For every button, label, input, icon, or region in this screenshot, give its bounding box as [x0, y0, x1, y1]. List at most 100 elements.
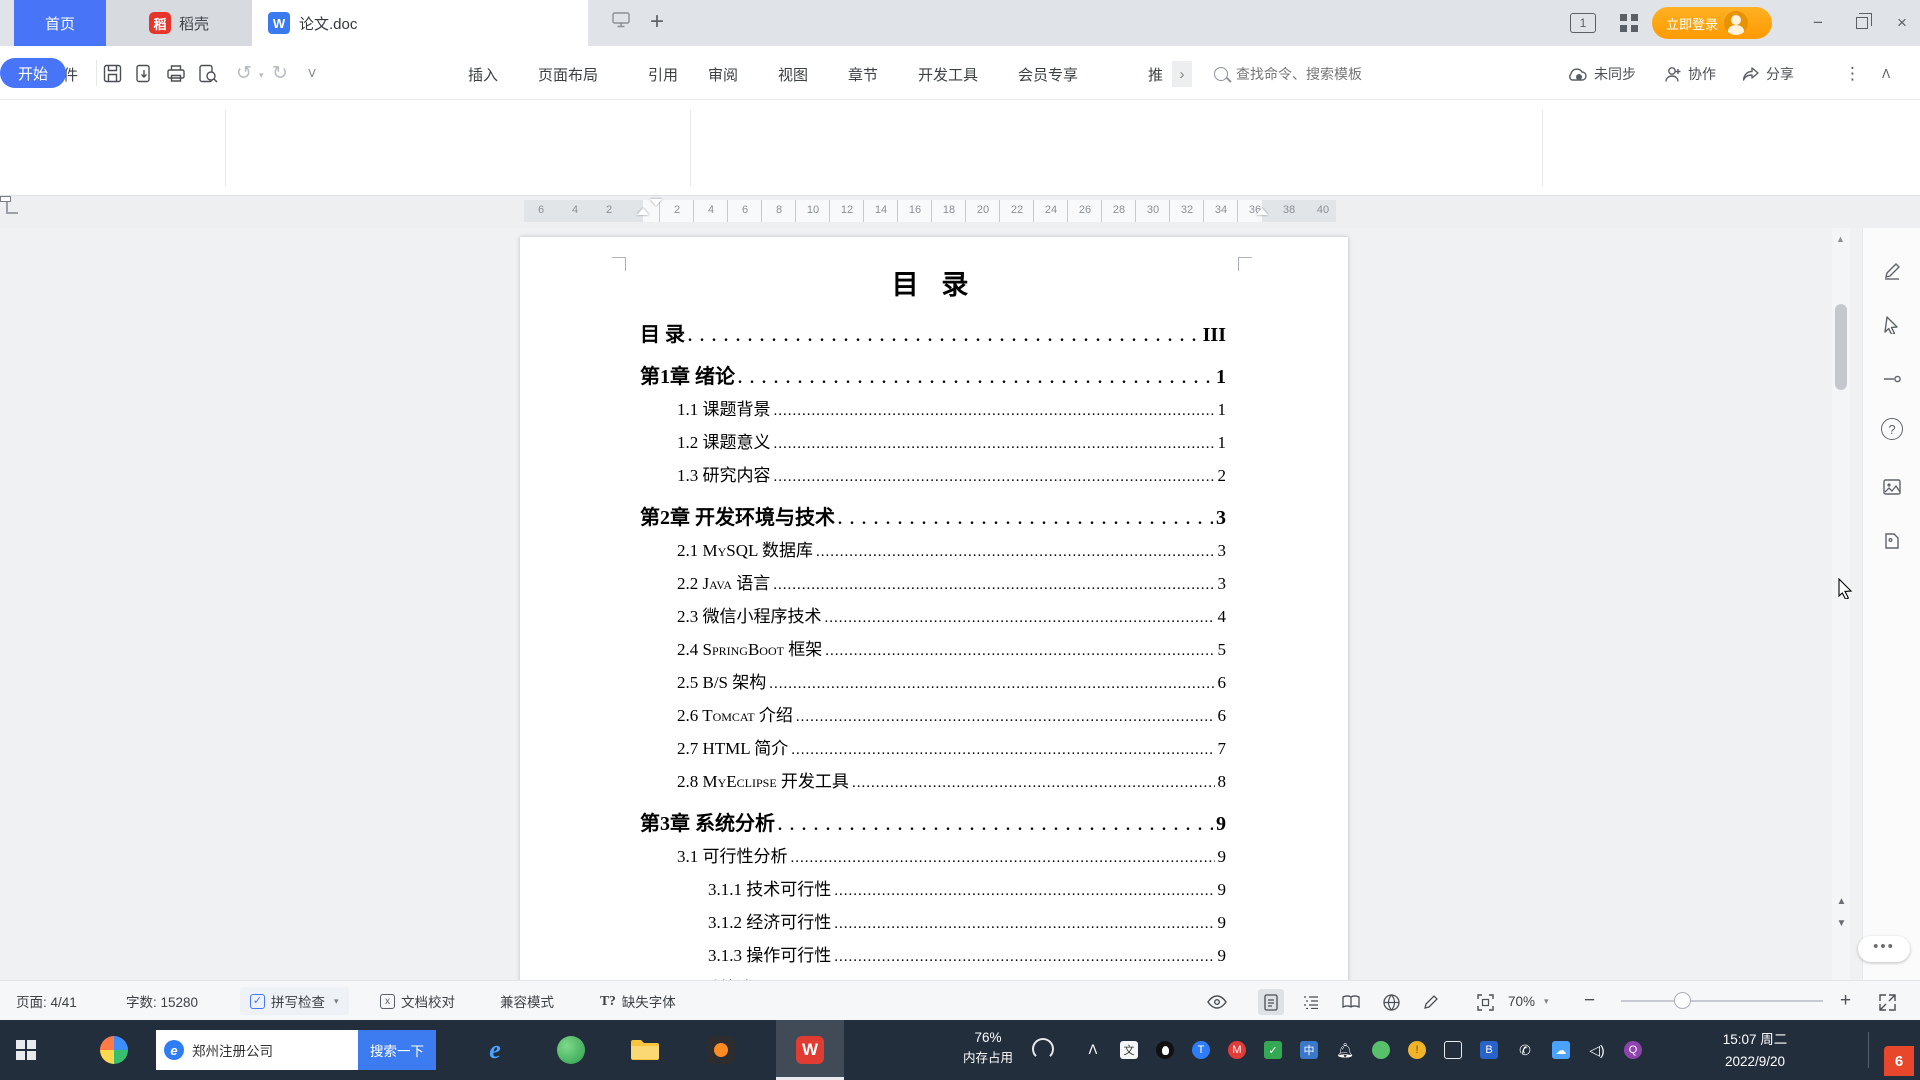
tab-home[interactable]: 首页: [14, 0, 106, 46]
scroll-up-icon[interactable]: ▲: [1836, 234, 1845, 244]
green-browser-icon[interactable]: [554, 1033, 588, 1067]
tab-list-icon[interactable]: 1: [1570, 13, 1596, 33]
zoom-level[interactable]: 70%▾: [1508, 981, 1549, 1021]
show-desktop-divider[interactable]: [1868, 1032, 1869, 1068]
missing-font-button[interactable]: T? 缺失字体: [600, 981, 676, 1021]
compat-mode-label[interactable]: 兼容模式: [500, 981, 554, 1021]
restore-button[interactable]: [1840, 0, 1884, 46]
tray-input-method-icon[interactable]: 中: [1300, 1041, 1318, 1059]
login-button[interactable]: 立即登录: [1652, 7, 1772, 39]
menu-tab-member[interactable]: 会员专享: [1018, 60, 1078, 88]
print-button[interactable]: [164, 61, 188, 85]
zoom-in-button[interactable]: +: [1840, 981, 1851, 1021]
tray-bluetooth-icon[interactable]: B: [1480, 1041, 1498, 1059]
next-page-button[interactable]: ▼: [1834, 918, 1849, 933]
tray-mail-icon[interactable]: M: [1228, 1041, 1246, 1059]
image-tool-icon[interactable]: [1877, 472, 1907, 502]
taskbar-search-button[interactable]: 搜索一下: [358, 1030, 436, 1070]
scrollbar-thumb[interactable]: [1835, 304, 1847, 390]
tray-cloud-icon[interactable]: ☁: [1552, 1041, 1570, 1059]
menu-overflow-button[interactable]: ›: [1172, 61, 1192, 87]
menu-tab-insert[interactable]: 插入: [468, 60, 498, 88]
menu-tab-review[interactable]: 审阅: [708, 60, 738, 88]
browser-pinwheel-icon[interactable]: [100, 1036, 128, 1064]
web-view-icon[interactable]: [1378, 989, 1404, 1015]
sync-status[interactable]: 未同步: [1566, 60, 1636, 88]
tray-monitor-icon[interactable]: [1444, 1041, 1462, 1059]
book-view-icon[interactable]: [1338, 989, 1364, 1015]
tray-phone-icon[interactable]: ✆: [1516, 1041, 1534, 1059]
zoom-slider[interactable]: [1621, 1000, 1823, 1002]
eye-protect-icon[interactable]: [1204, 989, 1230, 1015]
tray-volume-icon[interactable]: ◁): [1588, 1041, 1606, 1059]
tab-selector-icon[interactable]: [6, 202, 18, 214]
file-explorer-icon[interactable]: [628, 1033, 662, 1067]
tray-bell-icon[interactable]: 🔔︎: [1336, 1041, 1354, 1059]
save-button[interactable]: [100, 61, 124, 85]
menu-tab-dev-tools[interactable]: 开发工具: [918, 60, 978, 88]
previous-page-button[interactable]: ▲: [1834, 896, 1849, 911]
select-arrow-icon[interactable]: [1877, 310, 1907, 340]
highlight-line-icon[interactable]: [1877, 364, 1907, 394]
export-pdf-button[interactable]: [132, 61, 156, 85]
help-icon[interactable]: ?: [1881, 418, 1903, 440]
page-indicator[interactable]: 页面: 4/41: [16, 981, 77, 1021]
tab-preview-icon[interactable]: [612, 12, 630, 28]
undo-caret-icon[interactable]: ▾: [259, 70, 264, 81]
zoom-out-button[interactable]: −: [1584, 981, 1595, 1021]
menu-tab-page-layout[interactable]: 页面布局: [538, 60, 598, 88]
start-button[interactable]: [16, 1040, 36, 1060]
command-search[interactable]: [1214, 60, 1544, 88]
tray-search-circle-icon[interactable]: Q: [1624, 1041, 1642, 1059]
share-button[interactable]: 分享: [1742, 60, 1794, 88]
tray-yellow-icon[interactable]: !: [1408, 1041, 1426, 1059]
taskbar-search-input[interactable]: [192, 1043, 342, 1058]
search-input[interactable]: [1236, 66, 1496, 82]
vertical-scrollbar[interactable]: ▲: [1832, 228, 1850, 980]
tray-expand-icon[interactable]: ᐱ: [1084, 1041, 1102, 1059]
document-proof-button[interactable]: x 文档校对: [380, 981, 455, 1021]
first-line-indent-marker[interactable]: [650, 199, 662, 206]
tab-document[interactable]: W 论文.doc: [252, 0, 588, 46]
edit-pen-icon[interactable]: [1418, 989, 1444, 1015]
menu-tab-start[interactable]: 开始: [0, 58, 66, 88]
menu-tab-references[interactable]: 引用: [648, 60, 678, 88]
word-count[interactable]: 字数: 15280: [126, 981, 198, 1021]
minimize-button[interactable]: −: [1796, 0, 1840, 46]
tab-docer[interactable]: 稻 稻壳: [106, 0, 252, 46]
ie-browser-icon[interactable]: e: [478, 1033, 512, 1067]
tray-penguin-icon[interactable]: [1156, 1041, 1174, 1059]
bookmark-tag-icon[interactable]: [1877, 526, 1907, 556]
fullscreen-icon[interactable]: [1874, 989, 1900, 1015]
document-canvas[interactable]: 目 录 目 录III 第1章 绪论1 1.1 课题背景1 1.2 课题意义1 1…: [0, 228, 1920, 980]
memory-usage[interactable]: 76% 内存占用: [946, 1028, 1030, 1068]
page-view-icon[interactable]: [1258, 989, 1284, 1015]
qat-collapse-icon[interactable]: ᐯ: [300, 61, 324, 85]
collaborate-button[interactable]: 协作: [1664, 60, 1716, 88]
wps-taskbar-cell[interactable]: W: [776, 1020, 844, 1080]
taskbar-clock[interactable]: 15:07 周二 2022/9/20: [1700, 1029, 1810, 1072]
fit-page-icon[interactable]: [1472, 989, 1498, 1015]
dark-app-icon[interactable]: [704, 1033, 738, 1067]
new-tab-button[interactable]: +: [650, 8, 664, 36]
redo-button[interactable]: ↻: [268, 61, 292, 85]
tray-security-shield-icon[interactable]: ✓: [1264, 1041, 1282, 1059]
outline-view-icon[interactable]: [1298, 989, 1324, 1015]
notification-badge[interactable]: 6: [1884, 1046, 1914, 1076]
zoom-slider-knob[interactable]: [1674, 992, 1691, 1009]
menu-tab-section[interactable]: 章节: [848, 60, 878, 88]
right-indent-marker[interactable]: [1256, 208, 1268, 215]
spell-check-toggle[interactable]: ✓ 拼写检查 ▾: [240, 987, 349, 1015]
print-preview-button[interactable]: [196, 61, 220, 85]
menu-tab-recommend-truncated[interactable]: 推: [1148, 60, 1163, 88]
app-grid-icon[interactable]: [1620, 14, 1638, 32]
menu-tab-view[interactable]: 视图: [778, 60, 808, 88]
undo-button[interactable]: ↺: [232, 61, 256, 85]
close-button[interactable]: ×: [1884, 0, 1920, 46]
annotate-pen-icon[interactable]: [1877, 256, 1907, 286]
collapse-ribbon-icon[interactable]: ᐱ: [1882, 60, 1890, 88]
tray-doc-icon[interactable]: 文: [1120, 1041, 1138, 1059]
tray-green-dot-icon[interactable]: [1372, 1041, 1390, 1059]
hanging-indent-marker[interactable]: [637, 208, 649, 215]
more-menu-icon[interactable]: ⋮: [1844, 60, 1861, 88]
